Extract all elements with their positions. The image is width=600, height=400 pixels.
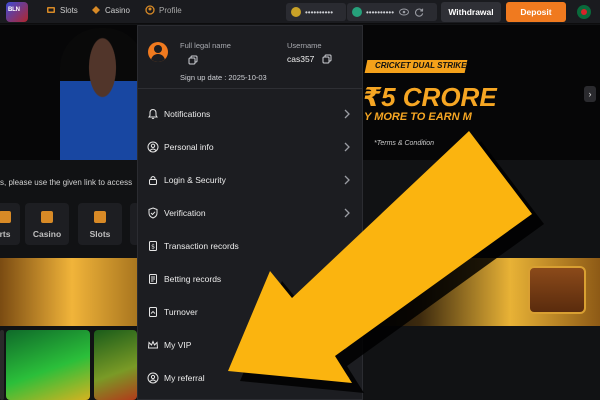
eye-icon[interactable] <box>399 8 410 16</box>
slots-icon <box>94 211 106 223</box>
nav-slots-label: Slots <box>60 5 78 15</box>
banner-headline: ₹5 CRORE <box>363 82 497 112</box>
chevron-right-icon <box>344 175 350 184</box>
menu-item-my-vip[interactable]: My VIP <box>138 328 362 361</box>
site-logo[interactable]: BLN <box>6 2 28 22</box>
menu-item-label: Notifications <box>164 108 211 119</box>
coin-icon <box>291 7 301 17</box>
user-icon <box>147 141 159 152</box>
crown-icon <box>147 339 159 348</box>
banner-next-button[interactable]: › <box>584 86 596 102</box>
profile-dropdown: Full legal name Username cas357 Sign up … <box>137 25 363 400</box>
bell-icon <box>148 108 158 119</box>
avatar <box>148 42 168 62</box>
banner-terms: *Terms & Condition <box>374 140 435 147</box>
menu-item-label: Personal info <box>164 141 214 152</box>
category-label: Slots <box>89 229 111 239</box>
lock-icon <box>149 175 157 185</box>
category-label: Casino <box>32 229 62 239</box>
chevron-right-icon <box>344 208 350 217</box>
menu-item-my-referral[interactable]: My referral <box>138 361 362 394</box>
nav-casino[interactable]: Casino <box>91 5 130 15</box>
withdrawal-button[interactable]: Withdrawal <box>441 2 501 22</box>
menu-item-verification[interactable]: Verification <box>138 196 362 229</box>
game-tile[interactable] <box>6 330 90 400</box>
chevron-right-icon: › <box>588 89 592 99</box>
category-casino[interactable]: Casino <box>25 203 69 245</box>
menu-item-transaction-records[interactable]: $ Transaction records <box>138 229 362 262</box>
ticket-icon <box>149 273 157 284</box>
chevron-right-icon <box>344 340 350 349</box>
username-value: cas357 <box>287 54 315 64</box>
shield-check-icon <box>148 206 158 219</box>
username-label: Username <box>287 41 322 50</box>
menu-item-notifications[interactable]: Notifications <box>138 97 362 130</box>
svg-text:$: $ <box>151 243 155 250</box>
casino-icon <box>92 6 100 14</box>
refresh-icon[interactable] <box>415 8 424 17</box>
receipt-icon: $ <box>149 240 157 251</box>
treasure-chest-image <box>528 266 586 314</box>
tether-icon <box>352 7 362 17</box>
menu-item-label: Transaction records <box>164 240 239 251</box>
turnover-icon <box>149 306 157 317</box>
slots-icon <box>47 7 55 13</box>
access-notice: s, please use the given link to access <box>0 178 133 187</box>
banner-player-image <box>60 28 145 160</box>
menu-item-label: My referral <box>164 372 205 383</box>
banner-title: CRICKET DUAL STRIKE <box>375 61 467 70</box>
balance-secondary-value: •••••••••• <box>366 7 395 17</box>
menu-item-personal-info[interactable]: Personal info <box>138 130 362 163</box>
top-navbar: BLN Slots Casino Profile •••••••••• ••••… <box>0 0 600 24</box>
copy-icon[interactable] <box>322 54 332 64</box>
full-name-label: Full legal name <box>180 41 231 50</box>
category-label: rts <box>0 229 11 239</box>
nav-profile[interactable]: Profile <box>145 5 182 15</box>
nav-casino-label: Casino <box>105 5 130 15</box>
casino-icon <box>41 211 53 223</box>
menu-item-label: My VIP <box>164 339 192 350</box>
category-slots[interactable]: Slots <box>78 203 122 245</box>
signup-date: Sign up date : 2025-10-03 <box>180 73 267 82</box>
balance-box-secondary[interactable]: •••••••••• <box>347 3 437 21</box>
game-tile[interactable] <box>0 330 4 400</box>
chevron-right-icon <box>344 142 350 151</box>
referral-icon <box>147 372 159 383</box>
menu-item-login-security[interactable]: Login & Security <box>138 163 362 196</box>
balance-box-primary[interactable]: •••••••••• <box>286 3 346 21</box>
balance-primary-value: •••••••••• <box>305 7 334 17</box>
banner-subline: Y MORE TO EARN M <box>364 111 472 123</box>
menu-item-label: Login & Security <box>164 174 226 185</box>
country-flag-icon[interactable] <box>577 5 591 19</box>
nav-profile-label: Profile <box>159 5 182 15</box>
copy-icon[interactable] <box>188 55 198 65</box>
menu-item-label: Verification <box>164 207 206 218</box>
chevron-right-icon <box>344 109 350 118</box>
profile-header: Full legal name Username cas357 Sign up … <box>138 26 362 89</box>
profile-icon <box>145 5 155 15</box>
deposit-button[interactable]: Deposit <box>506 2 566 22</box>
menu-item-betting-records[interactable]: Betting records <box>138 262 362 295</box>
nav-slots[interactable]: Slots <box>46 5 78 15</box>
menu-item-label: Betting records <box>164 273 222 284</box>
menu-item-turnover[interactable]: Turnover <box>138 295 362 328</box>
category-sports[interactable]: rts <box>0 203 20 245</box>
menu-item-label: Turnover <box>164 306 198 317</box>
game-tile[interactable] <box>94 330 137 400</box>
chevron-right-icon <box>344 373 350 382</box>
sports-icon <box>0 211 11 223</box>
